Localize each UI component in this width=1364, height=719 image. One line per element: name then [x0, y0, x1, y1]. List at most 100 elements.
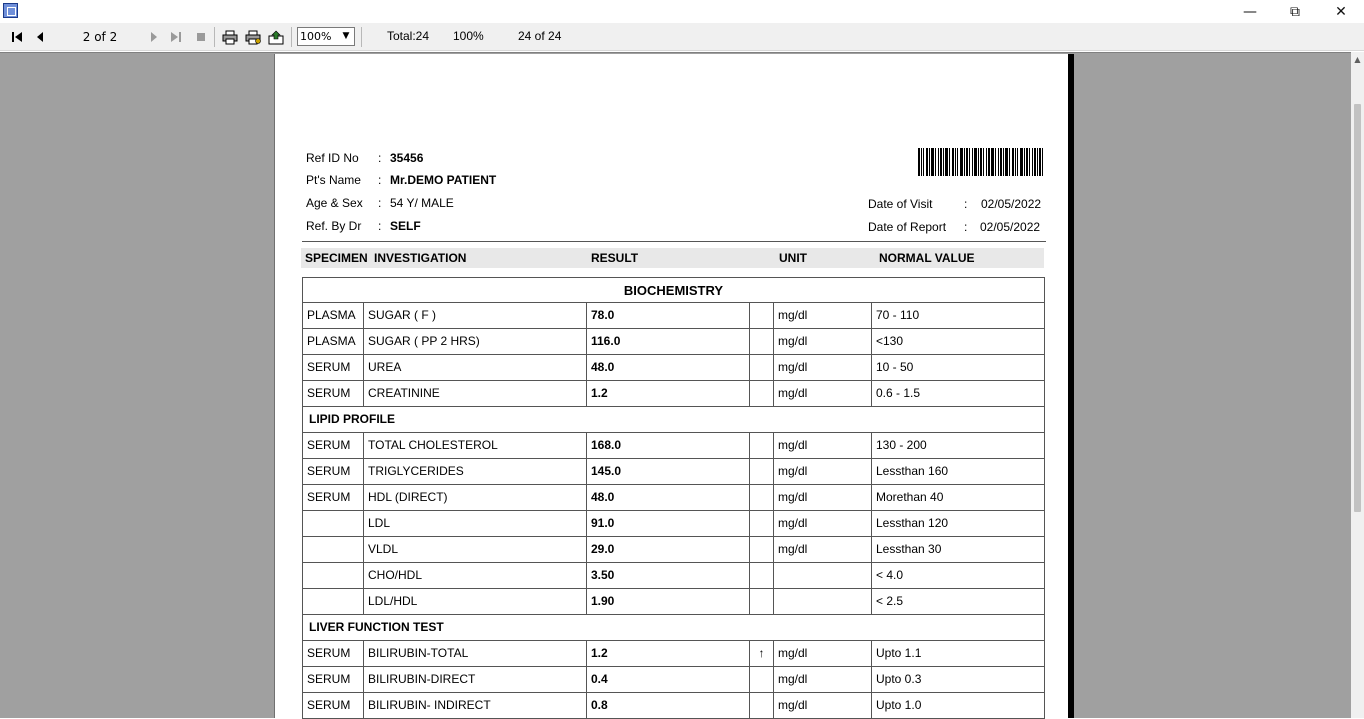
ref-id-value: 35456: [390, 151, 424, 165]
normal-value-cell: <130: [871, 329, 1044, 354]
table-row: SERUM HDL (DIRECT) 48.0 mg/dl Morethan 4…: [302, 485, 1045, 511]
unit-cell: mg/dl: [773, 381, 871, 406]
page-shadow: [1068, 54, 1074, 718]
unit-cell: [773, 589, 871, 614]
specimen-cell: [303, 563, 363, 588]
last-page-icon[interactable]: [168, 28, 184, 46]
group-row: LIVER FUNCTION TEST: [302, 615, 1045, 641]
investigation-cell: TOTAL CHOLESTEROL: [363, 433, 586, 458]
unit-cell: mg/dl: [773, 511, 871, 536]
print-setup-icon[interactable]: [244, 28, 262, 46]
total-records: Total:24: [387, 29, 430, 43]
result-cell: 0.4: [586, 667, 749, 692]
flag-cell: [749, 381, 773, 406]
investigation-cell: CHO/HDL: [363, 563, 586, 588]
table-row: CHO/HDL 3.50 < 4.0: [302, 563, 1045, 589]
result-cell: 29.0: [586, 537, 749, 562]
investigation-cell: BILIRUBIN- INDIRECT: [363, 693, 586, 718]
app-icon: [3, 3, 18, 18]
table-row: PLASMA SUGAR ( F ) 78.0 mg/dl 70 - 110: [302, 303, 1045, 329]
table-row: SERUM BILIRUBIN- INDIRECT 0.8 mg/dl Upto…: [302, 693, 1045, 719]
flag-cell: [749, 329, 773, 354]
toolbar-divider: [291, 27, 292, 47]
specimen-cell: PLASMA: [307, 308, 356, 322]
flag-cell: [749, 693, 773, 718]
results-table: BIOCHEMISTRY PLASMA SUGAR ( F ) 78.0 mg/…: [302, 277, 1045, 719]
flag-cell: [749, 563, 773, 588]
normal-value-cell: Upto 1.0: [871, 693, 1044, 718]
normal-value-cell: 10 - 50: [871, 355, 1044, 380]
investigation-cell: BILIRUBIN-TOTAL: [363, 641, 586, 666]
vertical-scrollbar[interactable]: ▲: [1351, 52, 1364, 718]
specimen-cell: SERUM: [307, 672, 351, 686]
close-button[interactable]: ✕: [1318, 0, 1364, 23]
unit-cell: mg/dl: [773, 537, 871, 562]
scroll-thumb[interactable]: [1354, 104, 1361, 512]
print-icon[interactable]: [221, 28, 239, 46]
result-cell: 145.0: [586, 459, 749, 484]
unit-cell: mg/dl: [773, 303, 871, 328]
specimen-cell: SERUM: [307, 490, 351, 504]
next-page-icon[interactable]: [146, 28, 162, 46]
stop-icon[interactable]: [193, 28, 209, 46]
flag-cell: [749, 433, 773, 458]
header-specimen: SPECIMEN: [305, 251, 368, 265]
investigation-cell: UREA: [363, 355, 586, 380]
minimize-button[interactable]: —: [1227, 0, 1273, 23]
specimen-cell: SERUM: [307, 698, 351, 712]
page-indicator: 2 of 2: [82, 30, 118, 44]
colon: :: [378, 196, 382, 210]
header-result: RESULT: [591, 251, 639, 265]
unit-cell: mg/dl: [773, 641, 871, 666]
previous-page-icon[interactable]: [32, 28, 48, 46]
table-row: SERUM BILIRUBIN-DIRECT 0.4 mg/dl Upto 0.…: [302, 667, 1045, 693]
result-cell: 116.0: [586, 329, 749, 354]
specimen-cell: SERUM: [307, 386, 351, 400]
normal-value-cell: < 2.5: [871, 589, 1044, 614]
result-cell: 1.2: [586, 381, 749, 406]
unit-cell: mg/dl: [773, 329, 871, 354]
export-icon[interactable]: [267, 28, 285, 46]
result-cell: 3.50: [586, 563, 749, 588]
normal-value-cell: Morethan 40: [871, 485, 1044, 510]
chevron-down-icon[interactable]: ▼: [339, 29, 353, 44]
flag-cell: [749, 355, 773, 380]
investigation-cell: BILIRUBIN-DIRECT: [363, 667, 586, 692]
unit-cell: mg/dl: [773, 693, 871, 718]
zoom-value: 100%: [300, 30, 332, 43]
ref-by-label: Ref. By Dr: [306, 219, 362, 233]
specimen-cell: [303, 537, 363, 562]
header-divider: [302, 241, 1046, 242]
record-count: 24 of 24: [518, 29, 562, 43]
unit-cell: mg/dl: [773, 433, 871, 458]
first-page-icon[interactable]: [9, 28, 25, 46]
flag-cell: [749, 667, 773, 692]
investigation-cell: LDL/HDL: [363, 589, 586, 614]
table-row: LDL 91.0 mg/dl Lessthan 120: [302, 511, 1045, 537]
unit-cell: mg/dl: [773, 459, 871, 484]
table-row: SERUM CREATININE 1.2 mg/dl 0.6 - 1.5: [302, 381, 1045, 407]
ref-by-value: SELF: [390, 219, 421, 233]
colon: :: [964, 197, 968, 211]
scroll-up-icon[interactable]: ▲: [1351, 52, 1364, 66]
restore-button[interactable]: ⧉: [1272, 0, 1318, 23]
result-cell: 1.90: [586, 589, 749, 614]
zoom-select[interactable]: 100% ▼: [297, 27, 355, 46]
flag-cell: [749, 303, 773, 328]
result-cell: 1.2: [586, 641, 749, 666]
normal-value-cell: 70 - 110: [871, 303, 1044, 328]
group-row: LIPID PROFILE: [302, 407, 1045, 433]
normal-value-cell: Lessthan 30: [871, 537, 1044, 562]
investigation-cell: TRIGLYCERIDES: [363, 459, 586, 484]
flag-cell: [749, 511, 773, 536]
flag-cell: [749, 459, 773, 484]
result-cell: 0.8: [586, 693, 749, 718]
toolbar-divider: [361, 27, 362, 47]
investigation-cell: SUGAR ( PP 2 HRS): [363, 329, 586, 354]
colon: :: [378, 173, 382, 187]
flag-cell: [749, 589, 773, 614]
normal-value-cell: Lessthan 160: [871, 459, 1044, 484]
result-cell: 91.0: [586, 511, 749, 536]
flag-cell: [749, 537, 773, 562]
normal-value-cell: Lessthan 120: [871, 511, 1044, 536]
